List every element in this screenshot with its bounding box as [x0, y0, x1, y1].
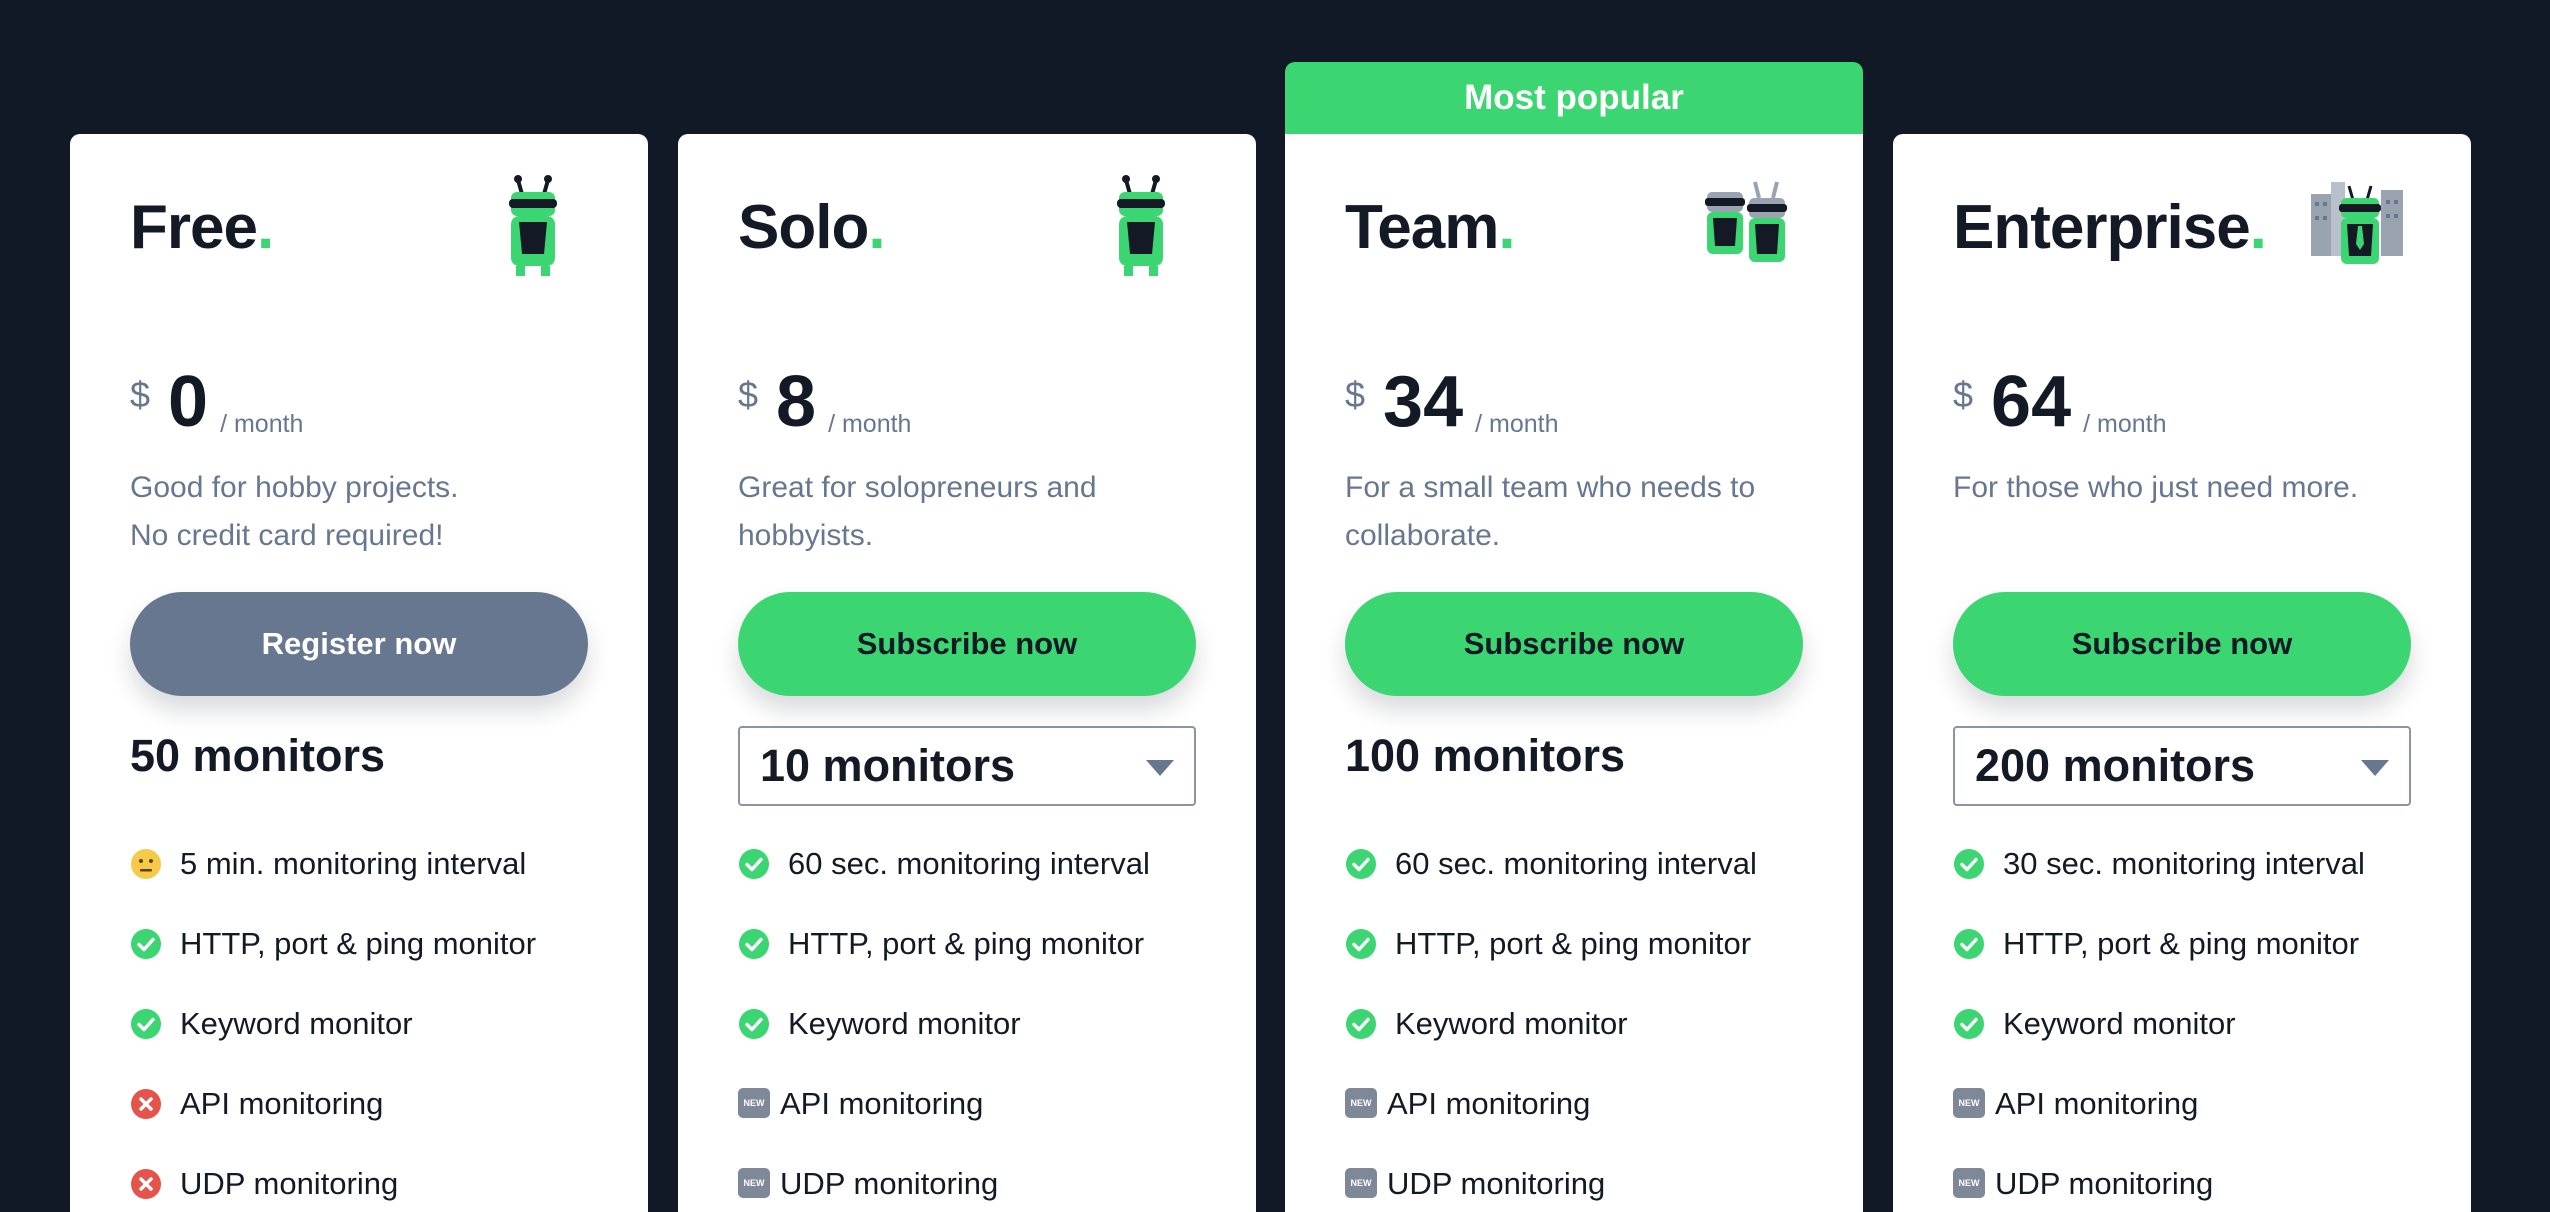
check-icon: [131, 929, 161, 959]
new-badge-icon: NEW: [1345, 1088, 1377, 1120]
currency-symbol: $: [130, 374, 151, 415]
robot-mascot-icon: [1117, 175, 1165, 276]
feature-item: 30 sec. monitoring interval: [1953, 824, 2365, 904]
price-period: / month: [2083, 410, 2167, 438]
price: $ 34 / month: [1345, 366, 1559, 439]
feature-item: HTTP, port & ping monitor: [1953, 904, 2365, 984]
plan-title: Team.: [1345, 193, 1516, 262]
check-icon: [1954, 1009, 1984, 1039]
currency-symbol: $: [738, 374, 759, 415]
register-now-button[interactable]: Register now: [130, 592, 588, 696]
plan-description: Good for hobby projects. No credit card …: [130, 471, 459, 552]
price-period: / month: [1475, 410, 1559, 438]
price: $ 64 / month: [1953, 366, 2167, 439]
feature-item: Keyword monitor: [1953, 984, 2365, 1064]
currency-symbol: $: [1953, 374, 1974, 415]
check-icon: [1954, 849, 1984, 879]
new-badge-icon: NEW: [738, 1168, 770, 1200]
feature-item: NEW UDP monitoring: [1345, 1144, 1757, 1212]
check-icon: [739, 1009, 769, 1039]
feature-list: 60 sec. monitoring interval HTTP, port &…: [1345, 824, 1757, 1212]
chevron-down-icon: [2361, 760, 2389, 776]
feature-item: Keyword monitor: [738, 984, 1150, 1064]
plan-description: For those who just need more.: [1953, 471, 2359, 504]
feature-list: 5 min. monitoring interval HTTP, port & …: [130, 824, 536, 1212]
cross-icon: [131, 1089, 161, 1119]
check-icon: [1346, 929, 1376, 959]
neutral-face-icon: [131, 849, 161, 879]
new-badge-icon: NEW: [1953, 1088, 1985, 1120]
pricing-section: Most popular Free. $ 0 / month Good for …: [0, 0, 2550, 1212]
feature-item: NEW API monitoring: [1345, 1064, 1757, 1144]
check-icon: [739, 849, 769, 879]
feature-item: 60 sec. monitoring interval: [738, 824, 1150, 904]
monitors-select[interactable]: 200 monitors: [1953, 726, 2411, 806]
currency-symbol: $: [1345, 374, 1366, 415]
plan-description: For a small team who needs to collaborat…: [1345, 471, 1756, 552]
feature-item: HTTP, port & ping monitor: [1345, 904, 1757, 984]
feature-item: API monitoring: [130, 1064, 536, 1144]
price-amount: 34: [1383, 362, 1464, 442]
price: $ 8 / month: [738, 366, 911, 439]
check-icon: [131, 1009, 161, 1039]
new-badge-icon: NEW: [1953, 1168, 1985, 1200]
feature-list: 60 sec. monitoring interval HTTP, port &…: [738, 824, 1150, 1212]
feature-item: HTTP, port & ping monitor: [738, 904, 1150, 984]
subscribe-now-button[interactable]: Subscribe now: [1345, 592, 1803, 696]
feature-item: 5 min. monitoring interval: [130, 824, 536, 904]
plan-title: Solo.: [738, 193, 886, 262]
check-icon: [1346, 1009, 1376, 1039]
feature-item: Keyword monitor: [1345, 984, 1757, 1064]
check-icon: [1346, 849, 1376, 879]
feature-item: NEW UDP monitoring: [1953, 1144, 2365, 1212]
feature-item: HTTP, port & ping monitor: [130, 904, 536, 984]
feature-item: 60 sec. monitoring interval: [1345, 824, 1757, 904]
robot-mascot-icon: [509, 175, 557, 276]
plan-card-enterprise: Enterprise. $ 64 / month For those who j…: [1893, 134, 2471, 1212]
plan-card-team: Team. $ 34 / month For a small team who …: [1285, 134, 1863, 1212]
new-badge-icon: NEW: [1345, 1168, 1377, 1200]
check-icon: [1954, 929, 1984, 959]
check-icon: [739, 929, 769, 959]
price: $ 0 / month: [130, 366, 303, 439]
feature-item: Keyword monitor: [130, 984, 536, 1064]
feature-item: UDP monitoring: [130, 1144, 536, 1212]
plan-card-free: Free. $ 0 / month Good for hobby project…: [70, 134, 648, 1212]
chevron-down-icon: [1146, 760, 1174, 776]
subscribe-now-button[interactable]: Subscribe now: [1953, 592, 2411, 696]
monitors-count: 50 monitors: [130, 730, 386, 781]
new-badge-icon: NEW: [738, 1088, 770, 1120]
plan-title: Enterprise.: [1953, 193, 2267, 262]
feature-item: NEW UDP monitoring: [738, 1144, 1150, 1212]
plan-card-solo: Solo. $ 8 / month Great for solopreneurs…: [678, 134, 1256, 1212]
monitors-select[interactable]: 10 monitors: [738, 726, 1196, 806]
most-popular-label: Most popular: [1464, 78, 1684, 117]
feature-item: NEW API monitoring: [1953, 1064, 2365, 1144]
monitors-count: 100 monitors: [1345, 730, 1626, 781]
robot-team-mascot-icon: [1705, 181, 1787, 262]
most-popular-banner: Most popular: [1285, 62, 1863, 134]
subscribe-now-button[interactable]: Subscribe now: [738, 592, 1196, 696]
feature-list: 30 sec. monitoring interval HTTP, port &…: [1953, 824, 2365, 1212]
price-amount: 64: [1991, 362, 2072, 442]
plan-title: Free.: [130, 193, 274, 262]
feature-item: NEW API monitoring: [738, 1064, 1150, 1144]
price-period: / month: [828, 410, 912, 438]
cross-icon: [131, 1169, 161, 1199]
price-amount: 0: [168, 362, 209, 442]
robot-enterprise-mascot-icon: [2311, 182, 2403, 264]
price-period: / month: [220, 410, 304, 438]
price-amount: 8: [776, 362, 817, 442]
plan-description: Great for solopreneurs and hobbyists.: [738, 471, 1097, 552]
